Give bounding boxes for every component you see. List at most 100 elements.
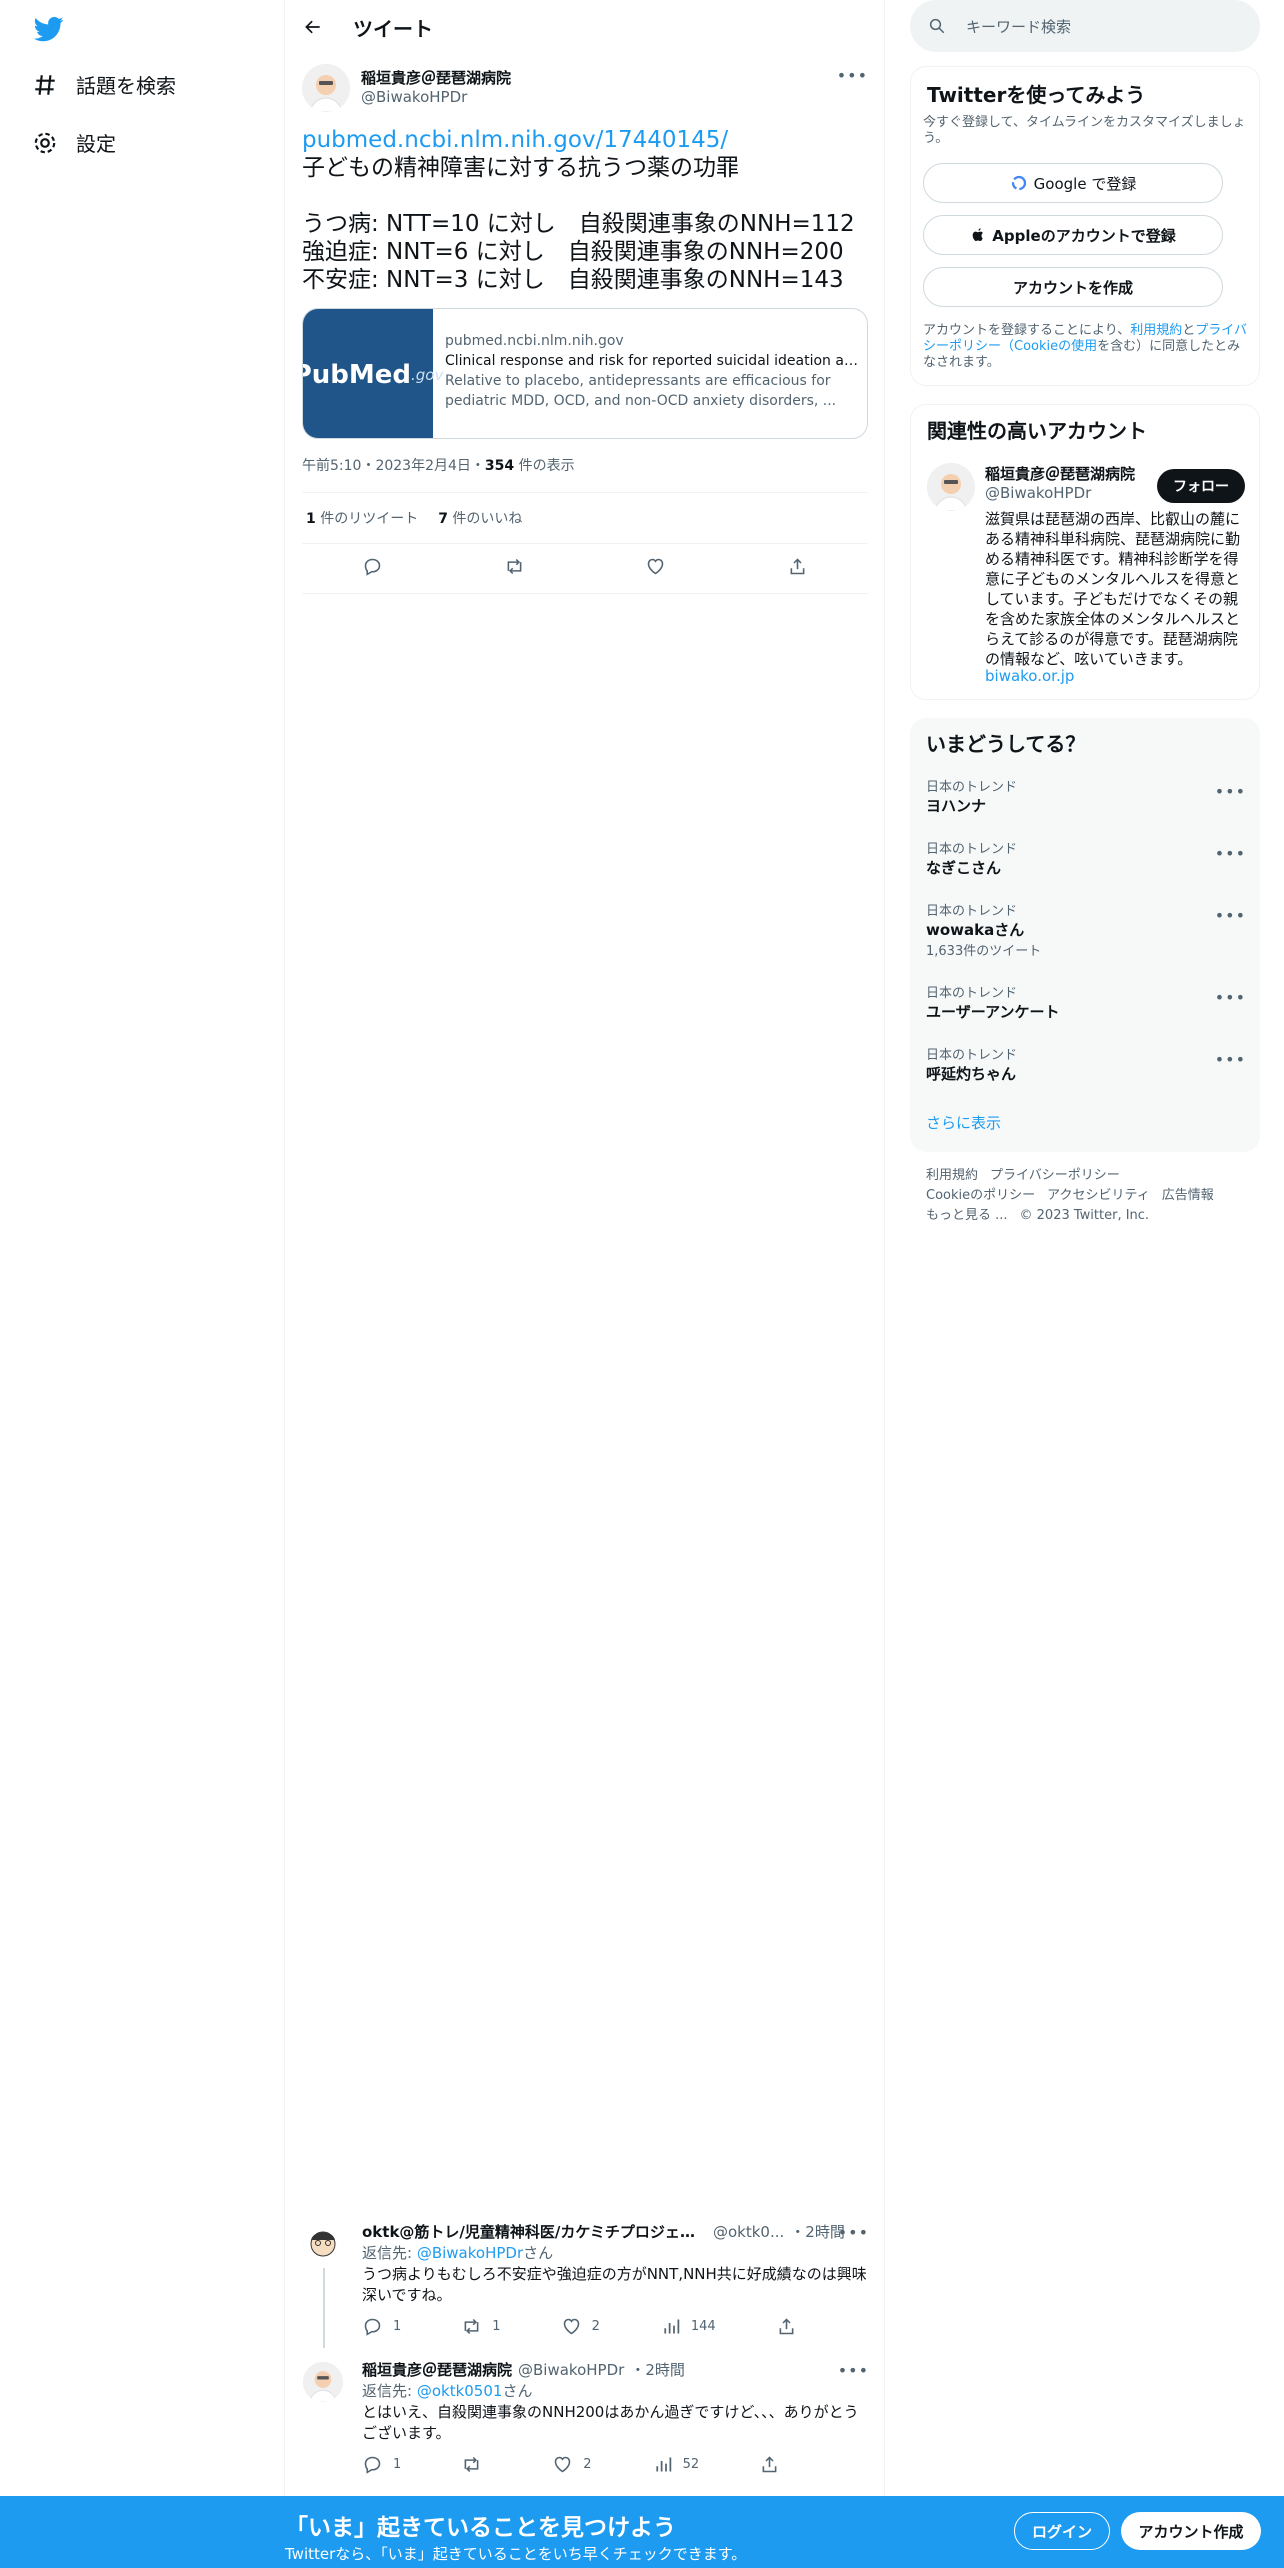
views-button[interactable]: 144 bbox=[660, 2316, 716, 2337]
reply-text: とはいえ、自殺関連事象のNNH200はあかん過ぎですけど、、、ありがとうございま… bbox=[362, 2403, 859, 2442]
retweet-button[interactable]: 1 bbox=[461, 2316, 501, 2337]
trend-name: なぎこさん bbox=[926, 859, 1002, 877]
more-options-icon[interactable]: ••• bbox=[837, 66, 868, 85]
more-options-icon[interactable]: ••• bbox=[1215, 988, 1246, 1007]
signup-button[interactable]: アカウント作成 bbox=[1121, 2512, 1261, 2550]
share-button[interactable] bbox=[776, 2316, 797, 2337]
reply-button[interactable]: 1 bbox=[362, 2316, 401, 2337]
reply-to-suffix: さん bbox=[502, 2382, 533, 2400]
footer-privacy[interactable]: プライバシーポリシー bbox=[990, 1168, 1120, 1183]
footer-ads[interactable]: 広告情報 bbox=[1162, 1188, 1214, 1203]
more-options-icon[interactable]: ••• bbox=[838, 2360, 869, 2381]
related-url[interactable]: biwako.or.jp bbox=[985, 667, 1074, 685]
trend-item[interactable]: 日本のトレンド なぎこさん ••• bbox=[926, 838, 1246, 878]
reply-to-user[interactable]: @BiwakoHPDr bbox=[417, 2244, 523, 2262]
reply-author-name[interactable]: oktk@筋トレ/児童精神科医/カケミチプロジェクト bbox=[362, 2222, 707, 2243]
nav-settings[interactable]: 設定 bbox=[32, 128, 116, 157]
views-button[interactable]: 52 bbox=[652, 2454, 699, 2475]
signup-legal: アカウントを登録することにより、利用規約とプライバシーポリシー（Cookieの使… bbox=[923, 323, 1248, 371]
like-button[interactable]: 2 bbox=[552, 2454, 592, 2475]
retweets-stat[interactable]: 1 件のリツイート bbox=[306, 508, 418, 528]
views-icon bbox=[655, 2457, 671, 2472]
reply-to-user[interactable]: @oktk0501 bbox=[417, 2382, 503, 2400]
trend-item[interactable]: 日本のトレンド 呼延灼ちゃん ••• bbox=[926, 1044, 1246, 1084]
reply-actions: 1 2 52 bbox=[362, 2454, 869, 2475]
retweet-button[interactable] bbox=[461, 2454, 492, 2475]
related-handle[interactable]: @BiwakoHPDr bbox=[985, 484, 1135, 502]
more-options-icon[interactable]: ••• bbox=[838, 2222, 869, 2243]
avatar[interactable] bbox=[303, 2362, 343, 2402]
create-account-button[interactable]: アカウントを作成 bbox=[923, 267, 1223, 307]
login-button[interactable]: ログイン bbox=[1014, 2512, 1110, 2550]
terms-link[interactable]: 利用規約 bbox=[1130, 323, 1182, 338]
retweet-icon[interactable] bbox=[504, 556, 525, 581]
more-options-icon[interactable]: ••• bbox=[1215, 1050, 1246, 1069]
show-more-link[interactable]: さらに表示 bbox=[926, 1112, 1001, 1133]
trend-category: 日本のトレンド bbox=[926, 904, 1018, 919]
trend-name: wowakaさん bbox=[926, 921, 1025, 939]
view-label: 件の表示 bbox=[514, 458, 575, 474]
more-options-icon[interactable]: ••• bbox=[1215, 906, 1246, 925]
avatar[interactable] bbox=[927, 463, 975, 511]
trend-item[interactable]: 日本のトレンド ユーザーアンケート ••• bbox=[926, 982, 1246, 1022]
nav-explore[interactable]: 話題を検索 bbox=[32, 70, 176, 99]
bottom-signup-bar: 「いま」起きていることを見つけよう Twitterなら、「いま」起きていることを… bbox=[0, 2496, 1284, 2568]
avatar[interactable] bbox=[303, 2224, 343, 2264]
reply-icon[interactable] bbox=[362, 556, 383, 581]
share-button[interactable] bbox=[759, 2454, 780, 2475]
follow-button[interactable]: フォロー bbox=[1157, 469, 1245, 503]
trend-category: 日本のトレンド bbox=[926, 986, 1018, 1001]
likes-stat[interactable]: 7 件のいいね bbox=[438, 508, 522, 528]
footer-terms[interactable]: 利用規約 bbox=[926, 1168, 978, 1183]
like-button[interactable]: 2 bbox=[561, 2316, 600, 2337]
share-icon bbox=[762, 2456, 777, 2473]
author-handle[interactable]: @BiwakoHPDr bbox=[361, 88, 511, 106]
like-icon[interactable] bbox=[645, 556, 666, 581]
reply-author-name[interactable]: 稲垣貴彦＠琵琶湖病院 bbox=[362, 2360, 512, 2381]
reply-button[interactable]: 1 bbox=[362, 2454, 401, 2475]
footer-more[interactable]: もっと見る ... bbox=[926, 1208, 1008, 1223]
twitter-logo-icon[interactable] bbox=[32, 14, 66, 44]
pubmed-logo-suffix: .gov bbox=[410, 365, 444, 384]
more-options-icon[interactable]: ••• bbox=[1215, 844, 1246, 863]
card-domain: pubmed.ncbi.nlm.nih.gov bbox=[445, 333, 624, 349]
back-arrow-icon[interactable] bbox=[295, 9, 331, 45]
reply-tweet[interactable]: oktk@筋トレ/児童精神科医/カケミチプロジェクト @oktk0... ・2時間 … bbox=[285, 2214, 885, 2348]
reply-tweet[interactable]: 稲垣貴彦＠琵琶湖病院 @BiwakoHPDr ・2時間 ••• 返信先: @oktk… bbox=[285, 2354, 885, 2494]
share-icon[interactable] bbox=[787, 556, 808, 581]
tweet-actions bbox=[302, 544, 868, 594]
google-signup-button[interactable]: Google で登録 bbox=[923, 163, 1223, 203]
trend-item[interactable]: 日本のトレンド ヨハンナ ••• bbox=[926, 776, 1246, 816]
google-signup-label: Google で登録 bbox=[1033, 174, 1137, 193]
reply-icon bbox=[364, 2318, 381, 2336]
left-sidebar: 話題を検索 設定 bbox=[0, 0, 285, 2568]
bottom-headline: 「いま」起きていることを見つけよう bbox=[285, 2515, 676, 2541]
trend-item[interactable]: 日本のトレンド wowakaさん 1,633件のツイート ••• bbox=[926, 900, 1246, 959]
tweet-timestamp[interactable]: 午前5:10・2023年2月4日・ bbox=[302, 458, 485, 474]
reply-author-handle[interactable]: @BiwakoHPDr bbox=[518, 2360, 624, 2381]
tweet-link[interactable]: pubmed.ncbi.nlm.nih.gov/17440145/ bbox=[302, 126, 872, 154]
link-card[interactable]: PubMed .gov pubmed.ncbi.nlm.nih.gov Clini… bbox=[302, 308, 868, 439]
apple-signup-button[interactable]: Appleのアカウントで登録 bbox=[923, 215, 1223, 255]
bottom-subtext: Twitterなら、「いま」起きていることをいち早くチェックできます。 bbox=[285, 2545, 747, 2563]
more-options-icon[interactable]: ••• bbox=[1215, 782, 1246, 801]
main-column: ツイート 稲垣貴彦＠琵琶湖病院 @BiwakoHPDr ••• pubmed.n… bbox=[285, 0, 885, 2568]
search-input[interactable]: キーワード検索 bbox=[910, 0, 1260, 52]
reply-time[interactable]: ・2時間 bbox=[630, 2360, 685, 2381]
hashtag-icon bbox=[35, 74, 55, 95]
footer-accessibility[interactable]: アクセシビリティ bbox=[1047, 1188, 1150, 1203]
card-title: Clinical response and risk for reported … bbox=[445, 353, 860, 369]
reply-author-handle[interactable]: @oktk0... bbox=[713, 2222, 784, 2243]
tweet-line: 不安症: NNT=3 に対し 自殺関連事象のNNH=143 bbox=[302, 267, 844, 293]
reply-time[interactable]: ・2時間 bbox=[790, 2222, 845, 2243]
author-name[interactable]: 稲垣貴彦＠琵琶湖病院 bbox=[361, 67, 511, 88]
share-icon bbox=[779, 2318, 794, 2335]
footer-cookie[interactable]: Cookieのポリシー bbox=[926, 1188, 1035, 1203]
related-bio: 滋賀県は琵琶湖の西岸、比叡山の麓にある精神科単科病院、琵琶湖病院に勤める精神科医… bbox=[985, 510, 1241, 668]
tweet-meta: 午前5:10・2023年2月4日・354 件の表示 bbox=[302, 455, 575, 475]
avatar[interactable] bbox=[302, 64, 350, 112]
related-name[interactable]: 稲垣貴彦＠琵琶湖病院 bbox=[985, 463, 1135, 484]
signup-title: Twitterを使ってみよう bbox=[927, 83, 1146, 107]
card-description: Relative to placebo, antidepressants are… bbox=[445, 373, 837, 409]
trend-category: 日本のトレンド bbox=[926, 780, 1018, 795]
